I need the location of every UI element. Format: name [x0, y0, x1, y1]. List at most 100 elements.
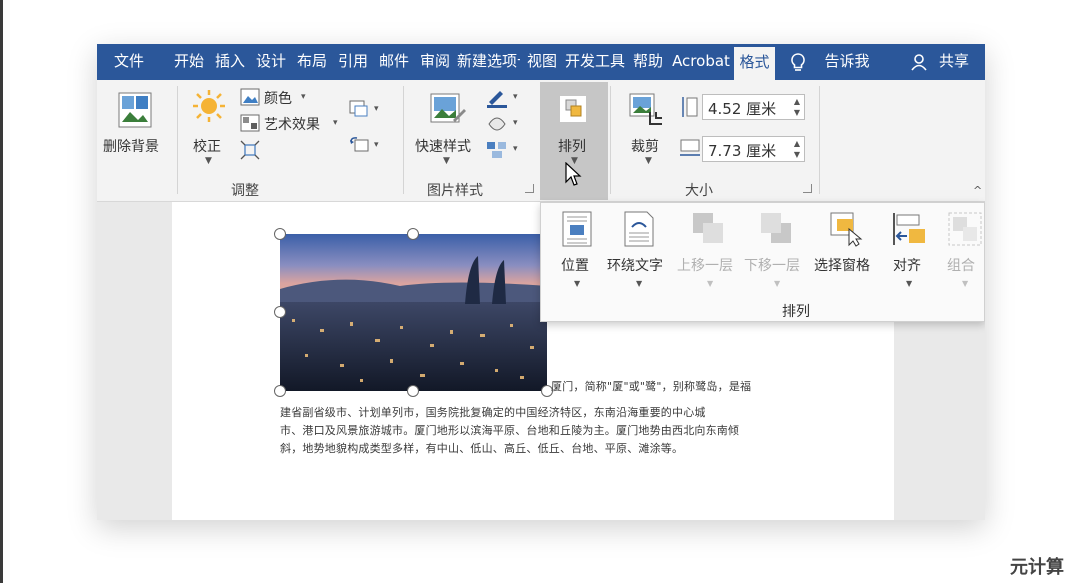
tab-12[interactable]: Acrobat [670, 44, 732, 80]
group-label-adjust: 调整 [231, 183, 259, 199]
quick-styles-caret[interactable]: ▼ [443, 156, 450, 166]
corrections-button[interactable]: 校正 [193, 136, 221, 156]
mouse-cursor-icon [565, 162, 582, 186]
tab-4[interactable]: 布局 [293, 44, 331, 80]
share-button[interactable]: 共享 [933, 44, 975, 80]
crop-icon[interactable] [628, 92, 664, 128]
send-backward-button: 下移一层 [744, 258, 800, 274]
align-caret[interactable]: ▼ [906, 279, 912, 288]
arrange-icon [560, 96, 586, 122]
tab-11[interactable]: 帮助 [628, 44, 668, 80]
color-caret[interactable]: ▾ [301, 92, 306, 102]
compress-pictures-icon[interactable] [240, 140, 260, 160]
tab-3[interactable]: 设计 [252, 44, 290, 80]
change-picture-caret[interactable]: ▾ [374, 104, 379, 114]
shape-width-input[interactable]: 7.73 厘米 ▲ ▼ [702, 136, 805, 162]
arrange-panel-label: 排列 [782, 304, 810, 320]
tab-1[interactable]: 开始 [170, 44, 208, 80]
arrange-label: 排列 [558, 139, 586, 155]
arrange-dropdown-panel: 位置 ▼ 环绕文字 ▼ 上移一层 ▼ 下移一层 ▼ 选择窗格 对齐 ▼ 组合 ▼… [540, 202, 985, 322]
quick-styles-icon[interactable] [429, 90, 467, 130]
picture-border-icon[interactable] [486, 88, 508, 108]
selection-pane-button[interactable]: 选择窗格 [814, 255, 870, 275]
collapse-ribbon-icon[interactable]: ^ [973, 184, 982, 197]
wrap-text-caret[interactable]: ▼ [636, 279, 642, 288]
paragraph-line: 建省副省级市、计划单列市，国务院批复确定的中国经济特区，东南沿海重要的中心城 [280, 406, 706, 419]
shape-height-icon [682, 97, 698, 117]
picture-styles-launcher[interactable] [525, 184, 534, 193]
size-launcher[interactable] [803, 184, 812, 193]
selection-pane-icon[interactable] [829, 211, 865, 247]
ribbon-format: 删除背景 校正 ▼ 颜色 ▾ 艺术效果 ▾ ▾ ▾ 调整 快速样式 ▼ ▾ ▾ … [97, 80, 985, 202]
person-icon[interactable] [909, 51, 931, 73]
resize-handle-top-middle[interactable] [407, 228, 419, 240]
word-window: 文件开始插入设计布局引用邮件审阅新建选项卡视图开发工具帮助Acrobat格式 告… [97, 44, 985, 520]
artistic-effects-icon[interactable] [240, 114, 260, 132]
bring-forward-icon [693, 213, 723, 243]
group-objects-button: 组合 [947, 258, 975, 274]
picture-layout-caret[interactable]: ▾ [513, 144, 518, 154]
change-picture-icon[interactable] [349, 100, 369, 118]
arrange-button[interactable]: 排列 ▼ [540, 82, 608, 200]
position-caret[interactable]: ▼ [574, 279, 580, 288]
resize-handle-bottom-middle[interactable] [407, 385, 419, 397]
shape-width-icon [680, 139, 700, 156]
tab-0[interactable]: 文件 [103, 44, 155, 80]
align-icon[interactable] [891, 211, 927, 247]
picture-layout-icon[interactable] [486, 140, 508, 160]
resize-handle-bottom-left[interactable] [274, 385, 286, 397]
resize-handle-middle-left[interactable] [274, 306, 286, 318]
window-edge [0, 0, 3, 583]
tab-13[interactable]: 格式 [734, 47, 775, 80]
remove-background-button[interactable]: 删除背景 [103, 136, 159, 156]
align-button[interactable]: 对齐 [893, 255, 921, 275]
tell-me-search[interactable]: 告诉我 [819, 44, 875, 80]
group-label-picture-styles: 图片样式 [427, 183, 483, 199]
position-button[interactable]: 位置 [561, 255, 589, 275]
group-label-size: 大小 [685, 183, 713, 199]
picture-border-caret[interactable]: ▾ [513, 92, 518, 102]
width-spinner-arrows[interactable]: ▲ ▼ [794, 138, 800, 160]
group-separator [177, 86, 178, 194]
shape-height-input[interactable]: 4.52 厘米 ▲ ▼ [702, 94, 805, 120]
corrections-caret[interactable]: ▼ [205, 156, 212, 166]
color-icon[interactable] [240, 88, 260, 106]
quick-styles-button[interactable]: 快速样式 [415, 136, 471, 156]
artistic-effects-button[interactable]: 艺术效果 [264, 114, 320, 134]
wrap-text-button[interactable]: 环绕文字 [607, 255, 663, 275]
tab-6[interactable]: 邮件 [375, 44, 413, 80]
wrap-text-icon[interactable] [623, 211, 655, 247]
artistic-effects-caret[interactable]: ▾ [333, 118, 338, 128]
crop-caret[interactable]: ▼ [645, 156, 652, 166]
bring-forward-caret: ▼ [707, 279, 714, 288]
group-objects-icon [948, 212, 982, 246]
paragraph-line: 斜，地势地貌构成类型多样，有中山、低山、高丘、低丘、台地、平原、滩涂等。 [280, 442, 684, 455]
tab-9[interactable]: 视图 [522, 44, 562, 80]
group-separator [819, 86, 820, 194]
tab-2[interactable]: 插入 [210, 44, 250, 80]
reset-picture-caret[interactable]: ▾ [374, 140, 379, 150]
color-button[interactable]: 颜色 [264, 88, 292, 108]
height-spinner-arrows[interactable]: ▲ ▼ [794, 96, 800, 118]
lightbulb-icon[interactable] [787, 51, 809, 73]
crop-button[interactable]: 裁剪 [631, 136, 659, 156]
paragraph-line: 厦门，简称"厦"或"鹭"，别称鹭岛，是福 [551, 380, 752, 393]
reset-picture-icon[interactable] [349, 136, 369, 154]
tab-5[interactable]: 引用 [334, 44, 372, 80]
shape-width-value: 7.73 厘米 [708, 142, 777, 160]
position-icon[interactable] [561, 211, 593, 247]
send-backward-caret: ▼ [774, 279, 781, 288]
remove-background-icon[interactable] [118, 92, 152, 128]
ribbon-tab-bar: 文件开始插入设计布局引用邮件审阅新建选项卡视图开发工具帮助Acrobat格式 告… [97, 44, 985, 80]
picture-effects-icon[interactable] [486, 114, 508, 134]
group-separator [610, 86, 611, 194]
tab-8[interactable]: 新建选项卡 [457, 44, 520, 80]
resize-handle-top-left[interactable] [274, 228, 286, 240]
selected-city-photo[interactable] [280, 234, 547, 391]
tab-7[interactable]: 审阅 [416, 44, 454, 80]
tab-10[interactable]: 开发工具 [564, 44, 626, 80]
picture-effects-caret[interactable]: ▾ [513, 118, 518, 128]
paragraph-line: 市、港口及风景旅游城市。厦门地形以滨海平原、台地和丘陵为主。厦门地势由西北向东南… [280, 424, 740, 437]
shape-height-value: 4.52 厘米 [708, 100, 777, 118]
sun-corrections-icon[interactable] [191, 88, 227, 124]
